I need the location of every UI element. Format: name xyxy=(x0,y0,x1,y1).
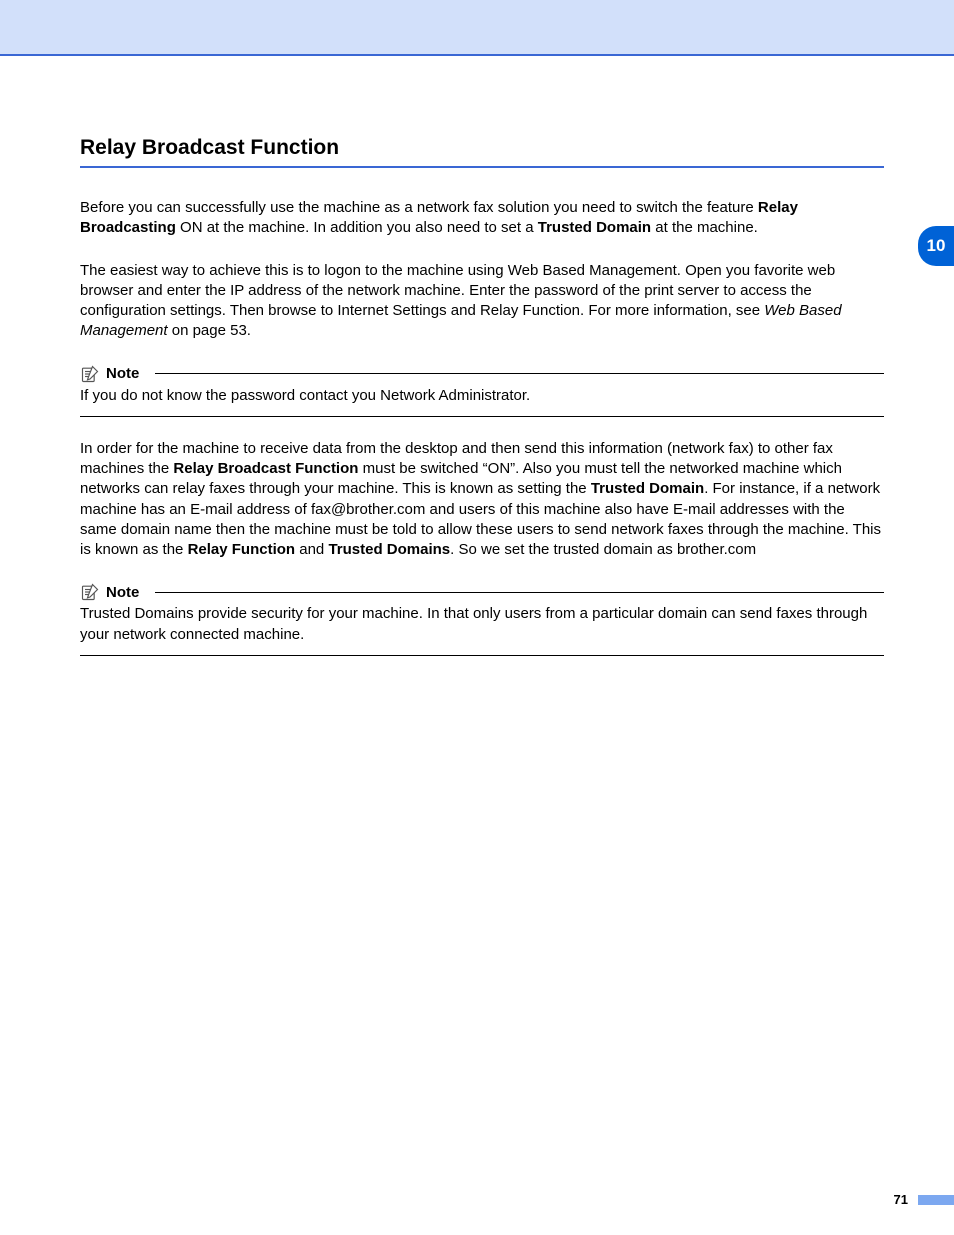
text: at the machine. xyxy=(651,219,758,236)
note-bottom-rule xyxy=(80,416,884,417)
note-body: If you do not know the password contact … xyxy=(80,386,884,406)
pencil-note-icon xyxy=(80,582,100,602)
note-label: Note xyxy=(106,584,139,601)
bold-text: Relay Function xyxy=(188,541,296,558)
bold-text: Trusted Domains xyxy=(328,541,450,558)
bold-text: Trusted Domain xyxy=(591,480,704,497)
note-header: Note xyxy=(80,364,884,384)
note-body: Trusted Domains provide security for you… xyxy=(80,604,884,645)
note-header-rule xyxy=(155,373,884,374)
text: and xyxy=(295,541,328,558)
bold-text: Trusted Domain xyxy=(538,219,651,236)
footer-accent xyxy=(918,1195,954,1205)
text: ON at the machine. In addition you also … xyxy=(176,219,538,236)
note-bottom-rule xyxy=(80,655,884,656)
footer: 71 xyxy=(894,1192,954,1207)
paragraph-2: The easiest way to achieve this is to lo… xyxy=(80,261,884,342)
note-label: Note xyxy=(106,365,139,382)
note-block-1: Note If you do not know the password con… xyxy=(80,364,884,417)
bold-text: Relay Broadcast Function xyxy=(173,460,358,477)
paragraph-1: Before you can successfully use the mach… xyxy=(80,198,884,239)
title-underline xyxy=(80,166,884,168)
note-header: Note xyxy=(80,582,884,602)
header-bar xyxy=(0,0,954,56)
text: on page 53. xyxy=(168,322,251,339)
text: The easiest way to achieve this is to lo… xyxy=(80,262,835,320)
paragraph-3: In order for the machine to receive data… xyxy=(80,439,884,561)
page-content: Relay Broadcast Function Before you can … xyxy=(0,56,954,718)
pencil-note-icon xyxy=(80,364,100,384)
section-title: Relay Broadcast Function xyxy=(80,136,884,160)
note-block-2: Note Trusted Domains provide security fo… xyxy=(80,582,884,656)
text: . So we set the trusted domain as brothe… xyxy=(450,541,756,558)
note-header-rule xyxy=(155,592,884,593)
text: Before you can successfully use the mach… xyxy=(80,199,758,216)
page-number: 71 xyxy=(894,1192,908,1207)
